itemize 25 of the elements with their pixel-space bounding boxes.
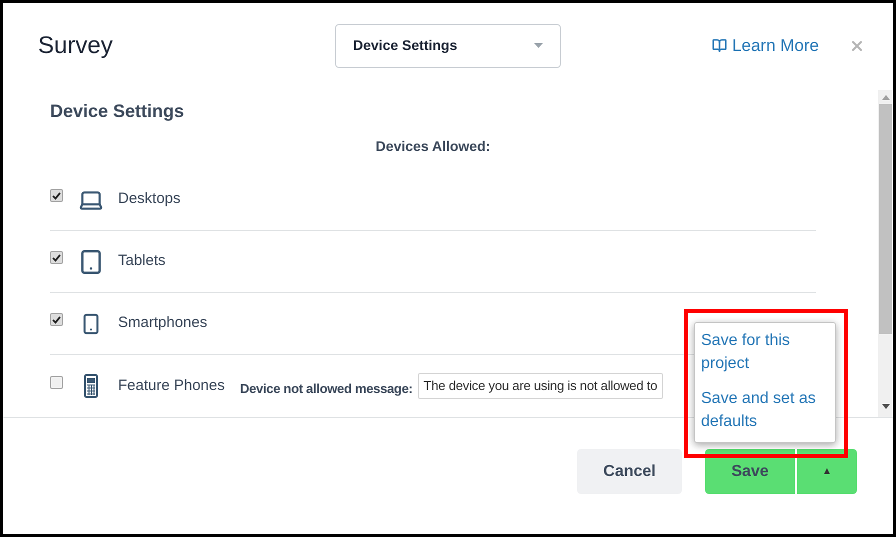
scroll-down-icon[interactable] <box>882 404 890 409</box>
section-heading: Device Settings <box>50 100 186 123</box>
caret-icon <box>534 43 543 48</box>
section-subheading: Devices Allowed: <box>376 137 490 156</box>
device-label: Feature Phones <box>118 376 226 396</box>
device-checkbox[interactable] <box>50 189 63 202</box>
menu-item[interactable]: Save for this project <box>701 329 831 375</box>
menu-item[interactable]: Save and set as defaults <box>701 387 831 433</box>
scrollbar[interactable] <box>878 90 893 417</box>
device-checkbox[interactable] <box>50 251 63 264</box>
save-button[interactable]: Save <box>705 449 795 494</box>
device-checkbox[interactable] <box>50 376 63 388</box>
save-options-button[interactable]: ▲ <box>797 449 857 494</box>
learn-more-link[interactable]: Learn More <box>712 32 819 58</box>
section-select[interactable]: Device Settings <box>335 24 561 68</box>
device-label: Tablets <box>118 251 167 272</box>
message-field[interactable]: The device you are using is not allowed to <box>418 373 664 399</box>
device-label: Smartphones <box>118 313 208 334</box>
message-label: Device not allowed message: <box>240 380 413 398</box>
phone-icon <box>84 374 98 398</box>
device-checkbox[interactable] <box>50 313 63 326</box>
device-label: Desktops <box>118 189 182 210</box>
dialog-title: Survey <box>38 30 114 60</box>
book-icon <box>712 38 728 53</box>
cancel-button[interactable]: Cancel <box>577 449 682 494</box>
